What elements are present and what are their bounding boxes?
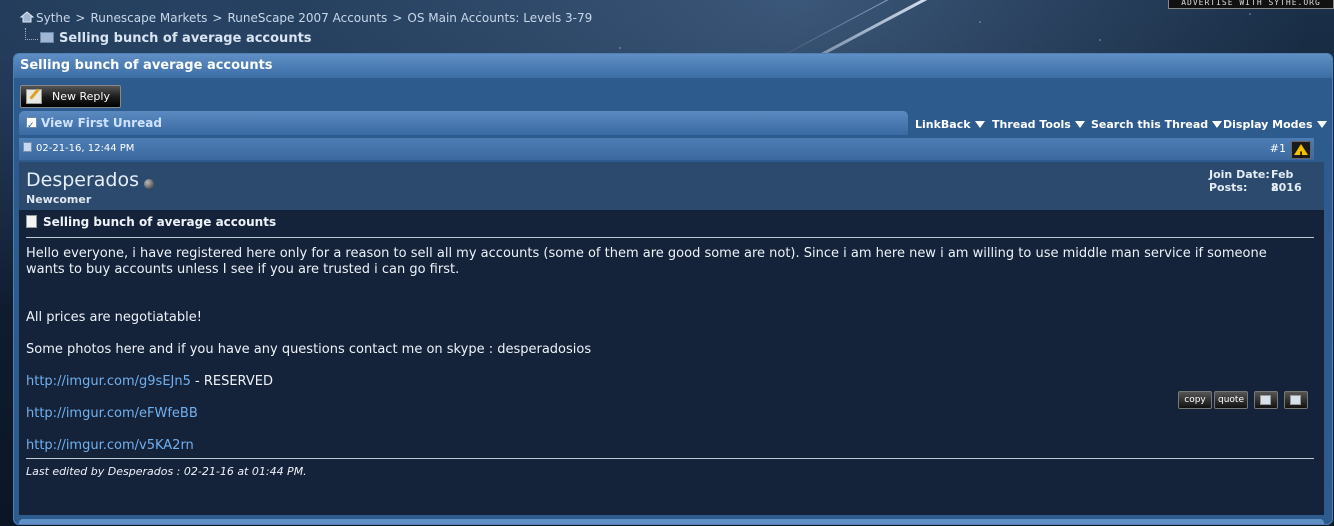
view-first-unread-link[interactable]: View First Unread bbox=[19, 111, 908, 138]
display-modes-label: Display Modes bbox=[1223, 118, 1313, 131]
post-actions: copy quote bbox=[1178, 391, 1308, 409]
chevron-down-icon bbox=[1074, 121, 1085, 128]
breadcrumb: Sythe > Runescape Markets > RuneScape 2007 A… bbox=[19, 11, 592, 25]
post-message: Hello everyone, i have registered here o… bbox=[26, 246, 1286, 454]
message-paragraph: Hello everyone, i have registered here o… bbox=[26, 246, 1267, 277]
thread-tools-menu[interactable]: Thread Tools bbox=[992, 114, 1085, 135]
thread-panel: Selling bunch of average accounts New Re… bbox=[13, 53, 1333, 525]
breadcrumb-separator: > bbox=[392, 11, 403, 25]
message-link-line: http://imgur.com/g9sEJn5 - RESERVED bbox=[26, 374, 1286, 390]
current-thread-title: Selling bunch of average accounts bbox=[59, 31, 312, 46]
post-header: 02-21-16, 12:44 PM #1 bbox=[19, 138, 1314, 167]
report-post-icon[interactable] bbox=[1291, 141, 1311, 167]
reserved-note: - RESERVED bbox=[190, 374, 273, 389]
quote-button[interactable]: quote bbox=[1214, 391, 1248, 409]
username[interactable]: Desperados bbox=[26, 169, 139, 191]
message-paragraph: All prices are negotiatable! bbox=[26, 310, 202, 325]
view-first-unread-label: View First Unread bbox=[41, 116, 162, 130]
thread-title: Selling bunch of average accounts bbox=[14, 54, 1332, 78]
breadcrumb-rs2007-accounts[interactable]: RuneScape 2007 Accounts bbox=[227, 11, 387, 25]
imgur-link-3[interactable]: http://imgur.com/v5KA2rn bbox=[26, 438, 194, 453]
divider bbox=[26, 458, 1314, 459]
post-title-text: Selling bunch of average accounts bbox=[43, 215, 277, 229]
user-stats: Join Date: Feb 2016 Posts: 8 bbox=[1209, 168, 1324, 194]
new-reply-label: New Reply bbox=[52, 90, 110, 103]
linkback-label: LinkBack bbox=[915, 118, 971, 131]
post-title: Selling bunch of average accounts bbox=[26, 215, 276, 229]
tree-connector-icon bbox=[25, 28, 38, 40]
breadcrumb-current: Selling bunch of average accounts bbox=[25, 28, 312, 46]
imgur-link-2[interactable]: http://imgur.com/eFWfeBB bbox=[26, 406, 198, 421]
offline-status-icon bbox=[144, 179, 154, 189]
breadcrumb-runescape-markets[interactable]: Runescape Markets bbox=[90, 11, 207, 25]
linkback-menu[interactable]: LinkBack bbox=[915, 114, 985, 135]
posts-value: 8 bbox=[1271, 181, 1279, 194]
chevron-down-icon bbox=[1212, 121, 1223, 128]
breadcrumb-os-main-accounts[interactable]: OS Main Accounts: Levels 3-79 bbox=[407, 11, 592, 25]
message-link-line: http://imgur.com/eFWfeBB bbox=[26, 406, 1286, 422]
new-reply-button[interactable]: New Reply bbox=[20, 85, 121, 108]
divider bbox=[26, 237, 1314, 238]
edited-note: Last edited by Desperados : 02-21-16 at … bbox=[26, 465, 307, 478]
message-link-line: http://imgur.com/v5KA2rn bbox=[26, 438, 1286, 454]
chevron-down-icon bbox=[974, 121, 985, 128]
search-thread-menu[interactable]: Search this Thread bbox=[1091, 114, 1223, 135]
copy-button[interactable]: copy bbox=[1178, 391, 1212, 409]
post-number-link[interactable]: #1 bbox=[1270, 138, 1286, 160]
edit-icon bbox=[26, 89, 42, 104]
thread-tools-label: Thread Tools bbox=[992, 118, 1071, 131]
thread-toolbar: View First Unread LinkBack Thread Tools … bbox=[19, 111, 1327, 138]
page-icon bbox=[26, 215, 37, 228]
chevron-down-icon bbox=[1316, 121, 1327, 128]
breadcrumb-sythe[interactable]: Sythe bbox=[36, 11, 70, 25]
breadcrumb-separator: > bbox=[212, 11, 223, 25]
imgur-link-1[interactable]: http://imgur.com/g9sEJn5 bbox=[26, 374, 191, 389]
thread-tools-bar: LinkBack Thread Tools Search this Thread… bbox=[908, 114, 1327, 135]
user-info: Desperados Newcomer Join Date: Feb 2016 P… bbox=[19, 162, 1324, 210]
post-icon bbox=[23, 142, 32, 152]
quick-reply-button[interactable] bbox=[1284, 391, 1308, 409]
search-thread-label: Search this Thread bbox=[1091, 118, 1209, 131]
posts-label: Posts: bbox=[1209, 181, 1248, 194]
join-date-label: Join Date: bbox=[1209, 168, 1270, 181]
multi-quote-button[interactable] bbox=[1254, 391, 1278, 409]
checkbox-icon bbox=[26, 114, 37, 138]
advertise-banner[interactable]: ADVERTISE WITH SYTHE.ORG bbox=[1168, 0, 1334, 9]
home-icon[interactable] bbox=[19, 11, 35, 23]
message-paragraph: Some photos here and if you have any que… bbox=[26, 342, 592, 357]
display-modes-menu[interactable]: Display Modes bbox=[1223, 114, 1327, 135]
breadcrumb-separator: > bbox=[75, 11, 86, 25]
folder-icon bbox=[40, 32, 54, 43]
user-rank: Newcomer bbox=[26, 193, 92, 206]
post-body: Selling bunch of average accounts Hello … bbox=[19, 210, 1324, 515]
next-post-header bbox=[19, 519, 1324, 524]
post-date: 02-21-16, 12:44 PM bbox=[36, 143, 135, 154]
